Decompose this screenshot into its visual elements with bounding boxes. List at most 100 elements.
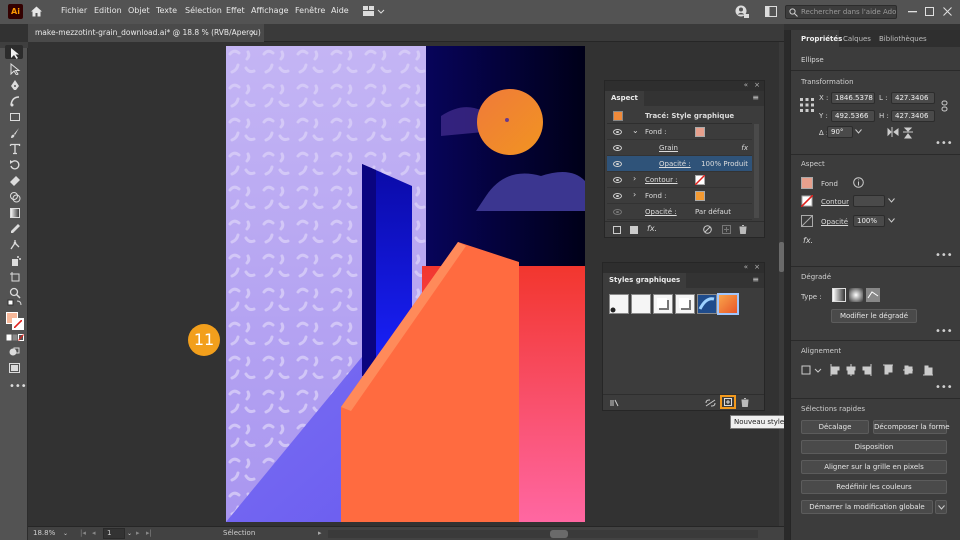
reference-point-icon[interactable]: [800, 98, 814, 112]
next-page-icon[interactable]: ▸: [136, 529, 140, 537]
tab-calques[interactable]: Calques: [843, 35, 871, 43]
x-field[interactable]: 1846.5378: [831, 92, 875, 104]
more-options-icon[interactable]: •••: [935, 250, 953, 261]
artboard[interactable]: [226, 46, 585, 522]
style-swatch-drop-shadow[interactable]: [675, 294, 695, 314]
pen-tool-icon[interactable]: [9, 79, 21, 91]
tab-graphic-styles[interactable]: Styles graphiques: [603, 273, 687, 288]
duplicate-item-icon[interactable]: [722, 225, 731, 234]
fx-icon[interactable]: fx: [741, 144, 748, 152]
aspect-row-opacite-selected[interactable]: Opacité : 100% Produit: [607, 156, 752, 172]
screen-mode-icon[interactable]: [9, 363, 20, 373]
aspect-row-grain[interactable]: Grain fx: [607, 140, 752, 156]
status-arrow-icon[interactable]: ▸: [318, 529, 322, 537]
panel-menu-icon[interactable]: ≡: [752, 93, 759, 102]
close-window-icon[interactable]: [943, 7, 952, 16]
add-stroke-icon[interactable]: [613, 226, 621, 234]
flip-horizontal-icon[interactable]: [887, 127, 899, 137]
trash-icon[interactable]: [739, 225, 747, 234]
info-icon[interactable]: [853, 177, 864, 188]
stroke-swatch[interactable]: [801, 195, 813, 207]
row-label[interactable]: Contour :: [645, 176, 678, 184]
document-tab[interactable]: make-mezzotint-grain_download.ai* @ 18.8…: [28, 24, 264, 42]
aspect-row-contour[interactable]: › Contour :: [607, 172, 752, 188]
horizontal-scrollbar[interactable]: [328, 530, 758, 538]
opacity-link[interactable]: Opacité :: [645, 208, 677, 216]
style-swatch-grain-selected[interactable]: [717, 293, 739, 315]
zoom-dropdown-chevron-icon[interactable]: ⌄: [63, 530, 68, 537]
puppet-warp-tool-icon[interactable]: [9, 239, 21, 251]
fx-effects-icon[interactable]: fx.: [803, 236, 813, 245]
fill-swatch[interactable]: [695, 191, 705, 201]
aspect-row-fond-2[interactable]: › Fond :: [607, 188, 752, 204]
collapse-panel-icon[interactable]: «: [744, 81, 748, 89]
fill-swatch[interactable]: [695, 127, 705, 137]
menu-affichage[interactable]: Affichage: [251, 6, 289, 15]
type-tool-icon[interactable]: [9, 143, 21, 155]
rotate-tool-icon[interactable]: [9, 159, 21, 171]
clear-appearance-icon[interactable]: [703, 225, 712, 234]
opacity-field[interactable]: 100%: [853, 215, 885, 227]
expand-chevron-icon[interactable]: ›: [633, 190, 636, 199]
stroke-weight-field[interactable]: [853, 195, 885, 207]
start-global-edit-button[interactable]: Démarrer la modification globale: [801, 500, 933, 514]
grain-effect-link[interactable]: Grain: [659, 144, 678, 152]
panel-divider[interactable]: [784, 30, 790, 540]
visibility-eye-icon[interactable]: [613, 161, 622, 167]
direct-selection-tool-icon[interactable]: [9, 63, 21, 75]
workspace-switcher-icon[interactable]: [363, 6, 385, 17]
page-dropdown-chevron-icon[interactable]: ⌄: [127, 530, 132, 537]
add-effect-fx-icon[interactable]: fx.: [647, 224, 657, 233]
zoom-level[interactable]: 18.8%: [33, 529, 55, 537]
user-account-icon[interactable]: [735, 5, 749, 19]
swap-fill-stroke-icon[interactable]: [7, 299, 23, 309]
menu-objet[interactable]: Objet: [128, 6, 150, 15]
close-panel-icon[interactable]: ×: [754, 263, 760, 271]
aspect-scrollbar[interactable]: [754, 124, 759, 218]
shape-builder-tool-icon[interactable]: [9, 191, 21, 203]
edit-gradient-button[interactable]: Modifier le dégradé: [831, 309, 917, 323]
opacity-link[interactable]: Opacité :: [659, 160, 691, 168]
stroke-none-swatch[interactable]: [695, 175, 705, 185]
collapse-panel-icon[interactable]: «: [744, 263, 748, 271]
menu-texte[interactable]: Texte: [156, 6, 177, 15]
collapse-chevron-icon[interactable]: ⌄: [632, 126, 639, 135]
eraser-tool-icon[interactable]: [9, 175, 21, 187]
help-search-input[interactable]: Rechercher dans l'aide Adobe: [785, 5, 897, 19]
global-edit-dropdown[interactable]: [935, 500, 947, 514]
color-mode-icons[interactable]: [6, 334, 24, 342]
chevron-down-icon[interactable]: [855, 129, 862, 134]
symbol-sprayer-tool-icon[interactable]: [9, 255, 21, 267]
arrange-button[interactable]: Disposition: [801, 440, 947, 454]
visibility-eye-icon[interactable]: [613, 177, 622, 183]
style-swatch-blue-pattern[interactable]: [697, 294, 717, 314]
visibility-eye-icon[interactable]: [613, 209, 622, 215]
linear-gradient-button[interactable]: [832, 288, 846, 302]
chevron-down-icon[interactable]: [888, 218, 895, 223]
expand-chevron-icon[interactable]: ›: [633, 174, 636, 183]
paintbrush-tool-icon[interactable]: [9, 127, 21, 139]
align-to-pixel-grid-button[interactable]: Aligner sur la grille en pixels: [801, 460, 947, 474]
menu-selection[interactable]: Sélection: [185, 6, 222, 15]
tab-aspect[interactable]: Aspect: [605, 91, 644, 106]
home-icon[interactable]: [30, 5, 43, 18]
style-swatch-shadow[interactable]: [653, 294, 673, 314]
tab-bibliotheques[interactable]: Bibliothèques: [879, 35, 927, 43]
curvature-tool-icon[interactable]: [9, 95, 21, 107]
visibility-eye-icon[interactable]: [613, 145, 622, 151]
draw-mode-icon[interactable]: [9, 347, 20, 357]
align-buttons-icons[interactable]: [801, 364, 951, 376]
freeform-gradient-button[interactable]: [866, 288, 880, 302]
chevron-down-icon[interactable]: [888, 198, 895, 203]
close-tab-icon[interactable]: ×: [250, 28, 256, 37]
style-swatch-default[interactable]: [609, 294, 629, 314]
minimize-icon[interactable]: [908, 11, 917, 13]
y-field[interactable]: 492.5366: [831, 110, 875, 122]
new-graphic-style-button[interactable]: [720, 395, 736, 409]
constrain-proportions-icon[interactable]: [941, 100, 949, 112]
break-link-icon[interactable]: [705, 399, 716, 407]
menu-fenetre[interactable]: Fenêtre: [295, 6, 325, 15]
maximize-icon[interactable]: [925, 7, 934, 16]
rectangle-tool-icon[interactable]: [9, 111, 21, 123]
radial-gradient-button[interactable]: [849, 288, 863, 302]
